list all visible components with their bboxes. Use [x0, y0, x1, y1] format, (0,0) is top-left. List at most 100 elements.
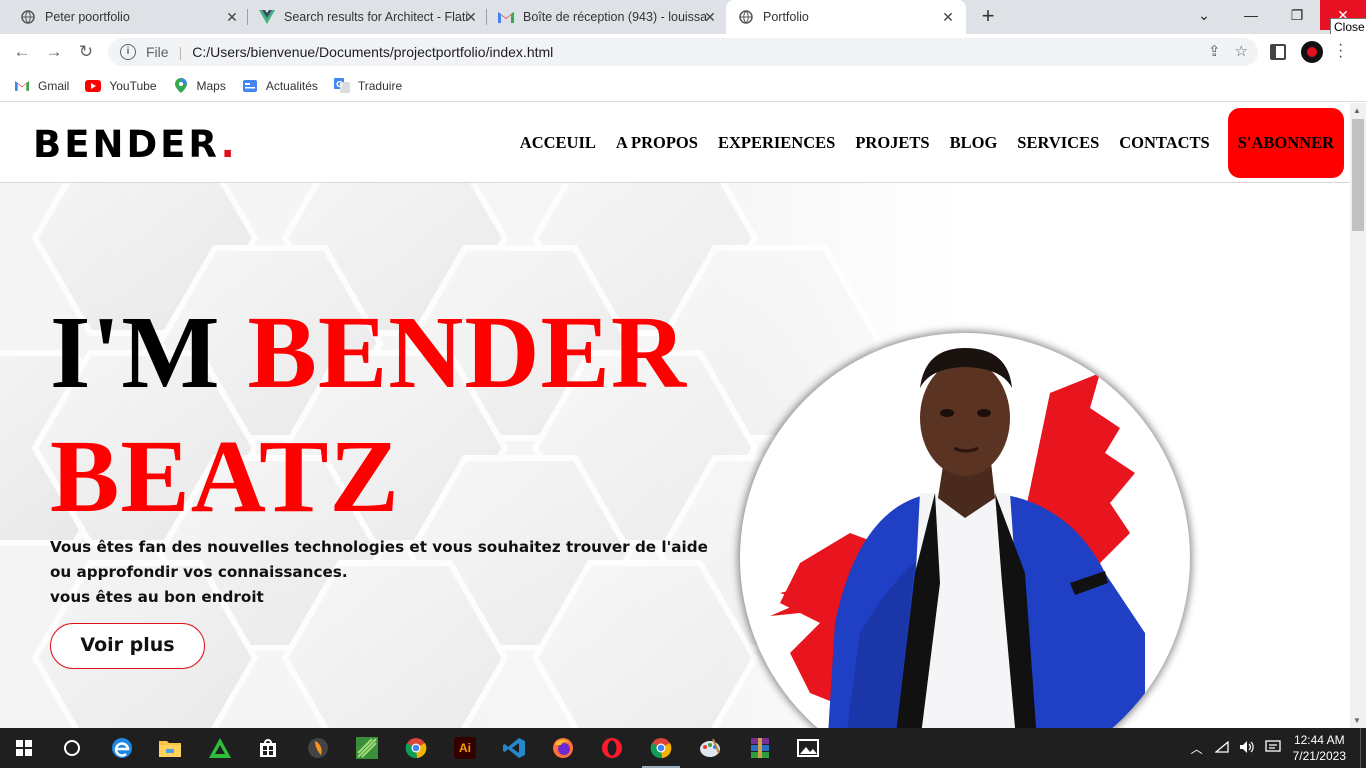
- back-arrow-icon[interactable]: ←: [10, 40, 34, 64]
- keyboard-layout-icon[interactable]: [1264, 739, 1281, 757]
- page-viewport: BENDER. ACCEUIL A PROPOS EXPERIENCES PRO…: [0, 103, 1350, 728]
- nav-a-propos[interactable]: A PROPOS: [616, 133, 698, 153]
- toolbar: ← → ↻ i File | C:/Users/bienvenue/Docume…: [0, 34, 1366, 70]
- tab-title: Portfolio: [763, 10, 809, 24]
- chrome-icon[interactable]: [401, 734, 431, 762]
- hero-section: I'M BENDER BEATZ Vous êtes fan des nouve…: [0, 183, 1350, 728]
- system-tray: ︿ 12:44 AM 7/21/2023: [1191, 728, 1366, 768]
- minimize-button[interactable]: —: [1228, 0, 1274, 30]
- tab-search-chevron-icon[interactable]: ⌄: [1181, 0, 1227, 30]
- bookmark-label: Actualités: [265, 78, 318, 93]
- clock-date: 7/21/2023: [1292, 749, 1346, 763]
- restore-button[interactable]: ❐: [1274, 0, 1320, 30]
- hero-headline: I'M BENDER BEATZ: [50, 291, 687, 539]
- store-icon[interactable]: [253, 734, 283, 762]
- tab-title: Peter poortfolio: [45, 10, 130, 24]
- nav-accueil[interactable]: ACCEUIL: [520, 133, 596, 153]
- fl-studio-icon[interactable]: [303, 734, 333, 762]
- nav-services[interactable]: SERVICES: [1017, 133, 1099, 153]
- voir-plus-button[interactable]: Voir plus: [50, 623, 205, 669]
- site-logo[interactable]: BENDER.: [33, 123, 238, 166]
- photos-icon[interactable]: [793, 734, 823, 762]
- tab-strip: Peter poortfolio ✕ Search results for Ar…: [0, 0, 1366, 36]
- tab-portfolio[interactable]: Portfolio ✕: [726, 0, 966, 34]
- scrollbar-thumb[interactable]: [1352, 119, 1364, 231]
- google-news-icon: [242, 79, 258, 93]
- illustrator-label: Ai: [459, 741, 471, 755]
- bookmark-traduire[interactable]: G Traduire: [333, 78, 402, 93]
- bookmark-maps[interactable]: Maps: [173, 78, 226, 93]
- omnibox-actions: ⇪ ☆: [1208, 42, 1248, 60]
- show-desktop-button[interactable]: [1360, 728, 1366, 768]
- globe-icon: [738, 9, 754, 25]
- hero-intro: I'M: [50, 295, 248, 410]
- profile-avatar[interactable]: [1301, 41, 1323, 63]
- side-panel-icon[interactable]: [1270, 44, 1286, 60]
- show-hidden-icons-chevron-icon[interactable]: ︿: [1191, 740, 1203, 757]
- share-icon[interactable]: ⇪: [1208, 42, 1221, 60]
- windows-start-icon[interactable]: [9, 734, 39, 762]
- tab-title: Boîte de réception (943) - louissa: [523, 10, 708, 24]
- scheme-divider: |: [178, 44, 183, 60]
- winrar-icon[interactable]: [745, 734, 775, 762]
- vscode-icon[interactable]: [499, 734, 529, 762]
- address-bar[interactable]: i File | C:/Users/bienvenue/Documents/pr…: [108, 38, 1258, 66]
- nav-contacts[interactable]: CONTACTS: [1119, 133, 1209, 153]
- tab-close-icon[interactable]: ✕: [224, 9, 240, 25]
- tagline-line: vous êtes au bon endroit: [50, 588, 264, 606]
- bookmark-label: Gmail: [38, 78, 70, 93]
- system-clock[interactable]: 12:44 AM 7/21/2023: [1293, 732, 1346, 764]
- tab-close-icon[interactable]: ✕: [940, 9, 956, 25]
- tab-close-icon[interactable]: ✕: [463, 9, 479, 25]
- bookmark-actualites[interactable]: Actualités: [242, 79, 318, 93]
- nav-experiences[interactable]: EXPERIENCES: [718, 133, 835, 153]
- tab-flaticon[interactable]: Search results for Architect - Flati ✕: [239, 0, 485, 34]
- gmail-icon: [14, 79, 30, 93]
- app-icon-green-triangle[interactable]: [205, 734, 235, 762]
- maps-pin-icon: [173, 78, 189, 93]
- chrome-icon-active[interactable]: [642, 734, 680, 768]
- network-icon[interactable]: [1213, 740, 1229, 756]
- youtube-icon: [85, 79, 102, 93]
- bookmark-label: Maps: [196, 78, 226, 93]
- scheme-label: File: [146, 44, 169, 60]
- firefox-icon[interactable]: [548, 734, 578, 762]
- opera-icon[interactable]: [597, 734, 627, 762]
- hero-tagline: Vous êtes fan des nouvelles technologies…: [50, 535, 708, 610]
- subscribe-button[interactable]: S'ABONNER: [1227, 108, 1344, 178]
- tab-close-icon[interactable]: ✕: [702, 9, 718, 25]
- scroll-down-arrow-icon[interactable]: ▼: [1353, 716, 1361, 725]
- reload-icon[interactable]: ↻: [74, 40, 98, 64]
- bookmark-star-icon[interactable]: ☆: [1235, 42, 1248, 60]
- nav-blog[interactable]: BLOG: [950, 133, 998, 153]
- windows-taskbar: Ai ︿ 12:44 AM 7/21/2023: [0, 728, 1366, 768]
- edge-icon[interactable]: [107, 734, 137, 762]
- hero-name-line1: BENDER: [247, 295, 687, 410]
- hero-name-line2: BEATZ: [50, 419, 400, 534]
- illustrator-icon[interactable]: Ai: [450, 734, 480, 762]
- bookmarks-bar: Gmail YouTube Maps Actualités G Traduire: [0, 70, 1366, 102]
- vuejs-icon: [259, 9, 275, 25]
- site-info-icon[interactable]: i: [120, 44, 136, 60]
- new-tab-button[interactable]: +: [976, 5, 1000, 29]
- paint-icon[interactable]: [695, 734, 725, 762]
- tab-gmail-inbox[interactable]: Boîte de réception (943) - louissa ✕: [478, 0, 724, 34]
- gmail-icon: [498, 9, 514, 25]
- tab-peter-portfolio[interactable]: Peter poortfolio ✕: [0, 0, 246, 34]
- svg-text:G: G: [336, 80, 343, 89]
- page-scrollbar[interactable]: ▲ ▼: [1350, 103, 1366, 728]
- scroll-up-arrow-icon[interactable]: ▲: [1353, 106, 1361, 115]
- app-icon-green-leaf[interactable]: [352, 734, 382, 762]
- url-text[interactable]: C:/Users/bienvenue/Documents/projectport…: [192, 44, 553, 60]
- tagline-line: ou approfondir vos connaissances.: [50, 563, 348, 581]
- forward-arrow-icon[interactable]: →: [42, 40, 66, 64]
- menu-kebab-icon[interactable]: · · ·: [1338, 37, 1343, 65]
- file-explorer-icon[interactable]: [155, 734, 185, 762]
- site-header: BENDER. ACCEUIL A PROPOS EXPERIENCES PRO…: [0, 103, 1350, 183]
- bookmark-youtube[interactable]: YouTube: [85, 79, 157, 93]
- nav-projets[interactable]: PROJETS: [855, 133, 929, 153]
- bookmark-gmail[interactable]: Gmail: [14, 79, 69, 93]
- volume-icon[interactable]: [1239, 740, 1255, 757]
- tagline-line: Vous êtes fan des nouvelles technologies…: [50, 538, 708, 556]
- cortana-icon[interactable]: [57, 734, 87, 762]
